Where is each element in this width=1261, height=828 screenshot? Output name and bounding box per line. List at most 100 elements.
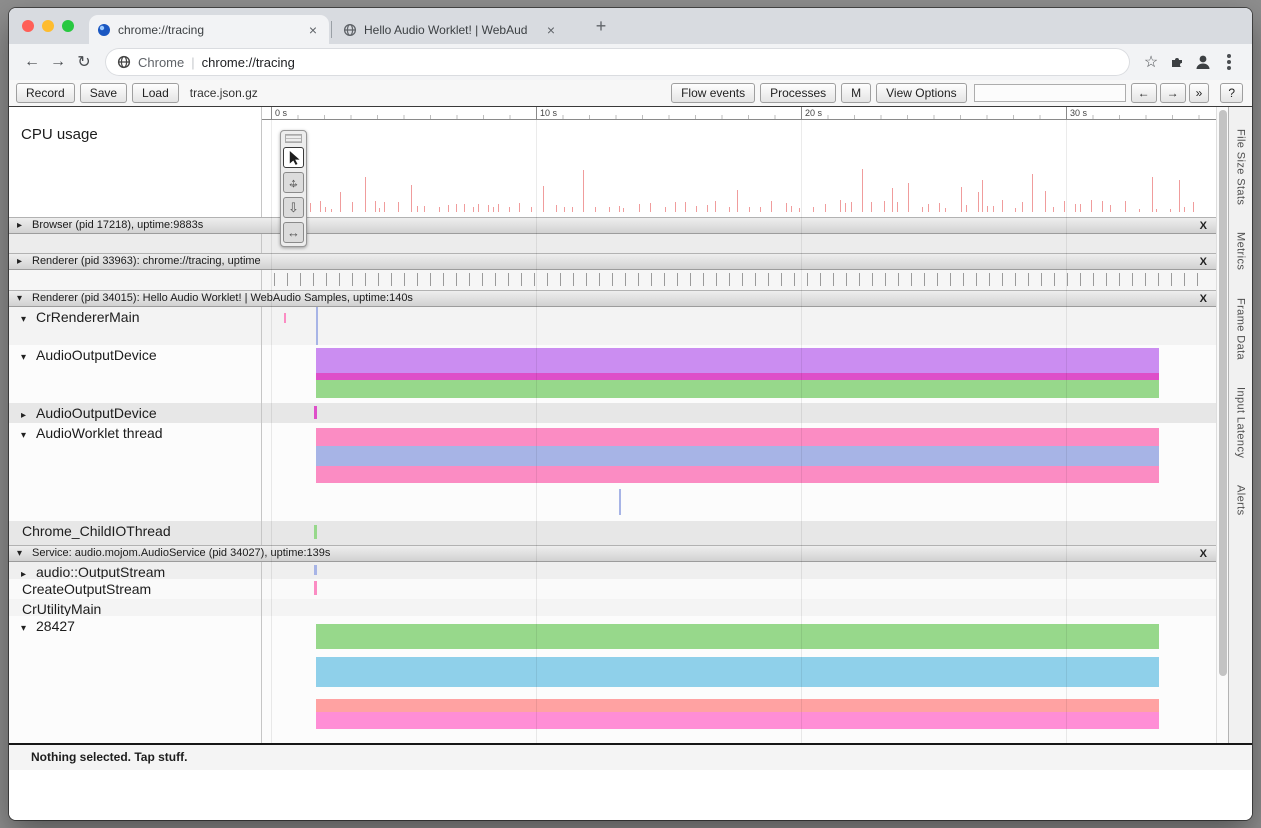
ruler-label-spacer bbox=[9, 107, 262, 120]
extension-icon[interactable] bbox=[1164, 49, 1190, 75]
trace-event-mark[interactable] bbox=[619, 489, 621, 515]
analysis-pane bbox=[9, 770, 1252, 820]
bookmark-star-icon[interactable]: ☆ bbox=[1138, 49, 1164, 75]
close-process-button[interactable]: X bbox=[1200, 547, 1207, 562]
tab-input-latency[interactable]: Input Latency bbox=[1235, 387, 1247, 458]
slice-bar[interactable] bbox=[316, 348, 1159, 373]
slice-bar[interactable] bbox=[316, 446, 1159, 466]
tab-frame-data[interactable]: Frame Data bbox=[1235, 298, 1247, 360]
cpu-usage-label: CPU usage bbox=[9, 120, 262, 217]
thread-label-audioworklet[interactable]: AudioWorklet thread bbox=[9, 423, 262, 521]
thread-label-crrenderermain[interactable]: CrRendererMain bbox=[9, 307, 262, 345]
trace-event-mark[interactable] bbox=[314, 565, 317, 575]
forward-icon[interactable]: → bbox=[45, 49, 71, 75]
close-window-button[interactable] bbox=[22, 20, 34, 32]
thread-row-audiooutputdevice-2: AudioOutputDevice bbox=[9, 403, 1216, 423]
load-button[interactable]: Load bbox=[132, 83, 179, 103]
traffic-lights bbox=[22, 20, 74, 32]
trace-event-mark[interactable] bbox=[316, 307, 318, 345]
thread-track[interactable] bbox=[262, 599, 1216, 616]
find-input[interactable] bbox=[974, 84, 1126, 102]
thread-label-audiooutputdevice-2[interactable]: AudioOutputDevice bbox=[9, 403, 262, 423]
slice-bar[interactable] bbox=[316, 428, 1159, 446]
menu-icon[interactable] bbox=[1216, 49, 1242, 75]
slice-bar[interactable] bbox=[316, 466, 1159, 483]
timing-tool-button[interactable]: ↔ bbox=[283, 222, 304, 243]
thread-track[interactable] bbox=[262, 521, 1216, 545]
ruler-tick-label: 0 s bbox=[271, 107, 287, 119]
event-ticks-track[interactable] bbox=[262, 270, 1216, 290]
palette-drag-handle[interactable] bbox=[285, 134, 302, 143]
close-process-button[interactable]: X bbox=[1200, 255, 1207, 270]
back-icon[interactable]: ← bbox=[19, 49, 45, 75]
maximize-window-button[interactable] bbox=[62, 20, 74, 32]
vertical-scrollbar[interactable] bbox=[1216, 107, 1228, 743]
tab-close-icon[interactable]: × bbox=[305, 22, 321, 38]
omnibox[interactable]: Chrome | chrome://tracing bbox=[105, 48, 1130, 76]
thread-track[interactable] bbox=[262, 307, 1216, 345]
thread-row-audiooutputdevice: AudioOutputDevice bbox=[9, 345, 1216, 403]
thread-track[interactable] bbox=[262, 345, 1216, 403]
close-process-button[interactable]: X bbox=[1200, 219, 1207, 234]
thread-label-outputstream[interactable]: audio::OutputStream bbox=[9, 562, 262, 579]
metrics-button[interactable]: M bbox=[841, 83, 871, 103]
site-info-icon[interactable] bbox=[117, 55, 131, 69]
profile-avatar[interactable] bbox=[1190, 49, 1216, 75]
thread-label-createoutputstream: CreateOutputStream bbox=[9, 579, 262, 599]
trace-event-mark[interactable] bbox=[314, 406, 317, 419]
thread-track[interactable] bbox=[262, 579, 1216, 599]
vertical-arrow-icon: ⇩ bbox=[288, 200, 299, 216]
thread-track[interactable] bbox=[262, 616, 1216, 743]
thread-label-audiooutputdevice[interactable]: AudioOutputDevice bbox=[9, 345, 262, 403]
pan-tool-button[interactable]: ↕↔ bbox=[283, 172, 304, 193]
process-header-browser[interactable]: Browser (pid 17218), uptime:9883s X bbox=[9, 217, 1216, 234]
trace-event-mark[interactable] bbox=[284, 313, 286, 323]
selection-tool-button[interactable] bbox=[283, 147, 304, 168]
track-rows: 0 s 10 s 20 s 30 s CPU usage Browser (pi… bbox=[9, 107, 1216, 743]
thread-track[interactable] bbox=[262, 423, 1216, 521]
help-button[interactable]: ? bbox=[1220, 83, 1243, 103]
slice-bar[interactable] bbox=[316, 373, 1159, 380]
tab-close-icon[interactable]: × bbox=[543, 22, 559, 38]
tab-tracing[interactable]: chrome://tracing × bbox=[89, 15, 329, 44]
slice-bar[interactable] bbox=[316, 657, 1159, 687]
flow-events-button[interactable]: Flow events bbox=[671, 83, 755, 103]
close-process-button[interactable]: X bbox=[1200, 292, 1207, 307]
slice-bar[interactable] bbox=[316, 624, 1159, 649]
processes-button[interactable]: Processes bbox=[760, 83, 836, 103]
side-panel-tabs: File Size Stats Metrics Frame Data Input… bbox=[1228, 107, 1252, 743]
trace-event-mark[interactable] bbox=[314, 525, 317, 539]
process-header-renderer-tracing[interactable]: Renderer (pid 33963): chrome://tracing, … bbox=[9, 253, 1216, 270]
tab-alerts[interactable]: Alerts bbox=[1235, 485, 1247, 516]
trace-event-mark[interactable] bbox=[314, 581, 317, 595]
omnibox-url[interactable]: chrome://tracing bbox=[202, 55, 295, 70]
slice-bar[interactable] bbox=[316, 699, 1159, 712]
new-tab-button[interactable]: + bbox=[587, 14, 615, 40]
slice-bar[interactable] bbox=[316, 712, 1159, 729]
view-options-button[interactable]: View Options bbox=[876, 83, 966, 103]
ruler-row: 0 s 10 s 20 s 30 s bbox=[9, 107, 1216, 120]
cursor-icon bbox=[287, 150, 300, 165]
timeline-view: 0 s 10 s 20 s 30 s CPU usage Browser (pi… bbox=[9, 107, 1252, 743]
thread-name: Chrome_ChildIOThread bbox=[22, 523, 171, 539]
find-prev-button[interactable]: ← bbox=[1131, 83, 1157, 103]
tab-file-size-stats[interactable]: File Size Stats bbox=[1235, 129, 1247, 205]
thread-track[interactable] bbox=[262, 562, 1216, 579]
thread-label-28427[interactable]: 28427 bbox=[9, 616, 262, 743]
find-next-button[interactable]: → bbox=[1160, 83, 1186, 103]
reload-icon[interactable]: ↻ bbox=[71, 49, 97, 75]
save-button[interactable]: Save bbox=[80, 83, 127, 103]
slice-bar[interactable] bbox=[316, 380, 1159, 398]
tab-audio-worklet[interactable]: Hello Audio Worklet! | WebAud × bbox=[335, 15, 567, 44]
scrollbar-thumb[interactable] bbox=[1219, 110, 1227, 676]
thread-label-crutilitymain: CrUtilityMain bbox=[9, 599, 262, 616]
process-header-renderer-audio[interactable]: Renderer (pid 34015): Hello Audio Workle… bbox=[9, 290, 1216, 307]
minimize-window-button[interactable] bbox=[42, 20, 54, 32]
thread-track[interactable] bbox=[262, 403, 1216, 423]
process-header-audio-service[interactable]: Service: audio.mojom.AudioService (pid 3… bbox=[9, 545, 1216, 562]
find-more-button[interactable]: » bbox=[1189, 83, 1210, 103]
zoom-tool-button[interactable]: ⇩ bbox=[283, 197, 304, 218]
thread-name: AudioOutputDevice bbox=[36, 405, 157, 421]
record-button[interactable]: Record bbox=[16, 83, 75, 103]
tab-metrics[interactable]: Metrics bbox=[1235, 232, 1247, 270]
